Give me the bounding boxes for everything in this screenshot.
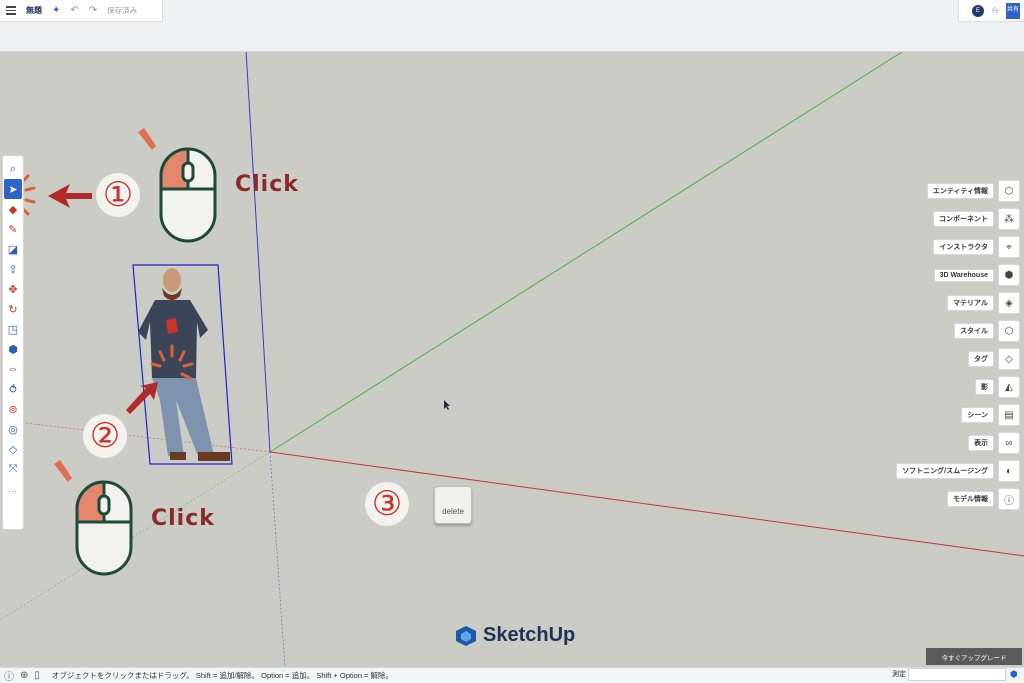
materials-icon[interactable]: ◈ <box>998 292 1020 314</box>
avatar[interactable]: E <box>972 4 985 17</box>
push-pull-icon[interactable]: ⇪ <box>4 259 22 279</box>
pencil-icon[interactable]: ✎ <box>4 219 22 239</box>
sparkle-icon[interactable]: ✦ <box>52 5 60 16</box>
redo-icon[interactable]: ↷ <box>89 5 97 16</box>
warehouse-icon[interactable]: ⬢ <box>998 264 1020 286</box>
panel-shadows[interactable]: 影 ◭ <box>975 376 1020 398</box>
click-spark-icon <box>138 128 156 150</box>
panel-tags[interactable]: タグ ◇ <box>968 348 1020 370</box>
more-icon[interactable]: … <box>4 479 22 499</box>
axes-icon[interactable]: ⤧ <box>4 459 22 479</box>
entity-info-icon[interactable]: ⬡ <box>998 180 1020 202</box>
status-hint: オブジェクトをクリックまたはドラッグ。 Shift = 追加/解除。 Optio… <box>51 671 394 680</box>
panel-display[interactable]: 表示 ∞ <box>968 432 1020 454</box>
rotate-icon[interactable]: ↻ <box>4 299 22 319</box>
menu-icon[interactable] <box>6 6 16 15</box>
scale-icon[interactable]: ◳ <box>4 319 22 339</box>
tag-icon[interactable]: ◇ <box>4 439 22 459</box>
step-1-badge: ① <box>96 173 140 217</box>
sketchup-logo: SketchUp <box>455 624 575 647</box>
shadows-icon[interactable]: ◭ <box>998 376 1020 398</box>
model-viewport[interactable] <box>0 0 1024 667</box>
components-icon[interactable]: ⁂ <box>998 208 1020 230</box>
notification-icon[interactable]: ⍾ <box>992 5 998 16</box>
status-bar: ⓘ ⊕ ▯ オブジェクトをクリックまたはドラッグ。 Shift = 追加/解除。… <box>0 667 1024 683</box>
green-axis <box>269 51 903 453</box>
axes-canvas <box>0 0 1024 667</box>
orbit-icon[interactable]: ◎ <box>4 419 22 439</box>
mouse-icon <box>159 147 217 243</box>
mouse-small-icon: ▯ <box>34 670 40 681</box>
delete-key: delete <box>434 486 472 524</box>
tags-icon[interactable]: ◇ <box>998 348 1020 370</box>
panel-model-info[interactable]: モデル情報 ⓘ <box>947 488 1020 510</box>
offset-icon[interactable]: ⇔ <box>4 359 22 379</box>
account-toolbar: E ⍾ 共有 <box>958 0 1024 22</box>
blue-axis-dotted <box>269 451 286 667</box>
tool-palette: ⌕ ➤ ◆ ✎ ◪ ⇪ ✥ ↻ ◳ ⬢ ⇔ ⥀ ⊚ ◎ ◇ ⤧ … <box>2 155 24 530</box>
top-bar: 無題 ✦ ↶ ↷ 保存済み E ⍾ 共有 <box>0 0 1024 52</box>
paint-bucket-icon[interactable]: ⬢ <box>4 339 22 359</box>
blue-axis <box>242 0 271 453</box>
measure-input[interactable] <box>908 668 1006 681</box>
click-spark-icon <box>54 460 72 482</box>
instructor-icon[interactable]: ⌖ <box>998 236 1020 258</box>
person-figure[interactable] <box>132 264 233 465</box>
globe-icon[interactable]: ⊕ <box>20 670 28 681</box>
green-axis-dotted <box>0 451 271 621</box>
panel-soften[interactable]: ソフトニング/スムージング ◐ <box>896 460 1020 482</box>
move-icon[interactable]: ✥ <box>4 279 22 299</box>
follow-me-icon[interactable]: ⥀ <box>4 379 22 399</box>
mouse-cursor-icon <box>444 400 450 410</box>
panel-components[interactable]: コンポーネント ⁂ <box>933 208 1020 230</box>
panel-3d-warehouse[interactable]: 3D Warehouse ⬢ <box>933 264 1020 286</box>
panel-scenes[interactable]: シーン ▤ <box>961 404 1020 426</box>
brand-name: SketchUp <box>483 624 576 646</box>
eraser-icon[interactable]: ◆ <box>4 199 22 219</box>
sketchup-logo-icon <box>456 625 476 646</box>
panel-instructor[interactable]: インストラクタ ⌖ <box>933 236 1020 258</box>
help-icon[interactable]: ⓘ <box>4 668 14 683</box>
arrow-cursor-icon[interactable]: ➤ <box>4 179 22 199</box>
panel-entity-info[interactable]: エンティティ情報 ⬡ <box>926 180 1020 202</box>
upgrade-button[interactable]: 今すぐアップグレード <box>926 648 1022 665</box>
undo-icon[interactable]: ↶ <box>70 5 78 16</box>
click-label-1: Click <box>235 172 299 197</box>
display-icon[interactable]: ∞ <box>998 432 1020 454</box>
styles-icon[interactable]: ⬡ <box>998 320 1020 342</box>
arrow-left-icon <box>48 184 92 208</box>
step-3-badge: ③ <box>365 482 409 526</box>
panel-styles[interactable]: スタイル ⬡ <box>954 320 1020 342</box>
document-title[interactable]: 無題 <box>26 5 42 16</box>
click-label-2: Click <box>151 506 215 531</box>
step-2-badge: ② <box>83 414 127 458</box>
share-button[interactable]: 共有 <box>1006 2 1020 19</box>
search-icon[interactable]: ⌕ <box>4 159 22 179</box>
panel-materials[interactable]: マテリアル ◈ <box>947 292 1020 314</box>
rectangle-icon[interactable]: ◪ <box>4 239 22 259</box>
tape-measure-icon[interactable]: ⊚ <box>4 399 22 419</box>
save-status: 保存済み <box>107 6 138 15</box>
arrow-up-right-icon <box>126 382 158 414</box>
sketchup-small-icon: ⬢ <box>1010 669 1018 679</box>
model-info-icon[interactable]: ⓘ <box>998 488 1020 510</box>
measure-label: 測定 <box>892 671 906 678</box>
scenes-icon[interactable]: ▤ <box>998 404 1020 426</box>
mouse-icon <box>75 480 133 576</box>
title-toolbar: 無題 ✦ ↶ ↷ 保存済み <box>0 0 163 22</box>
soften-icon[interactable]: ◐ <box>998 460 1020 482</box>
